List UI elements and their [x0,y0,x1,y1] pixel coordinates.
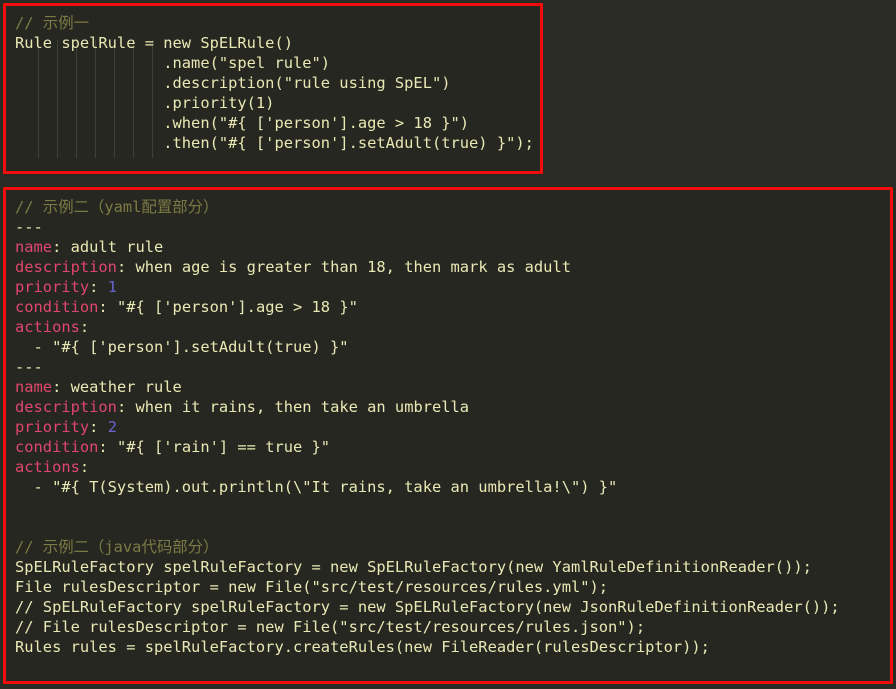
java-code-line-commented: // File rulesDescriptor = new File("src/… [15,618,646,636]
yaml-colon: : [116,258,127,276]
yaml-entry-condition: condition: "#{ ['person'].age > 18 }" [15,297,890,317]
code-lines-example-one[interactable]: // 示例一 Rule spelRule = new SpELRule() .na… [15,13,540,153]
yaml-colon: : [52,378,62,396]
yaml-key: name [15,378,53,396]
yaml-colon: : [79,318,90,336]
yaml-colon: : [52,238,62,256]
yaml-key: actions [15,458,80,476]
yaml-entry-description: description: when it rains, then take an… [15,397,890,417]
yaml-colon: : [98,298,108,316]
yaml-entry-name: name: adult rule [15,237,890,257]
code-line: .description("rule using SpEL") [15,74,451,92]
yaml-value: when it rains, then take an umbrella [126,398,470,416]
yaml-colon: : [116,398,127,416]
code-content-example-two: // 示例二（yaml配置部分） --- name: adult rule descr… [6,190,890,657]
code-lines-example-two[interactable]: // 示例二（yaml配置部分） --- name: adult rule descr… [15,197,890,657]
code-line: .priority(1) [15,94,275,112]
yaml-value-number: 1 [98,278,117,296]
code-line: .when("#{ ['person'].age > 18 }") [15,114,470,132]
yaml-key: description [15,258,117,276]
code-content-example-one: // 示例一 Rule spelRule = new SpELRule() .na… [6,6,540,153]
yaml-value: weather rule [61,378,182,396]
screenshot-page: // 示例一 Rule spelRule = new SpELRule() .na… [0,0,896,689]
java-code-line: File rulesDescriptor = new File("src/tes… [15,578,609,596]
yaml-list-item: - "#{ ['person'].setAdult(true) }" [15,338,349,356]
yaml-entry-actions: actions: [15,317,890,337]
yaml-entry-actions: actions: [15,457,890,477]
yaml-key: priority [15,278,90,296]
java-code-line: SpELRuleFactory spelRuleFactory = new Sp… [15,558,812,576]
yaml-value: adult rule [61,238,164,256]
yaml-key: actions [15,318,80,336]
java-section-comment: // 示例二（java代码部分） [15,538,219,556]
java-code-line-commented: // SpELRuleFactory spelRuleFactory = new… [15,598,840,616]
yaml-key: description [15,398,117,416]
yaml-value: when age is greater than 18, then mark a… [126,258,571,276]
code-block-example-one: // 示例一 Rule spelRule = new SpELRule() .na… [3,3,543,174]
yaml-entry-priority: priority: 2 [15,417,890,437]
java-code-line: Rules rules = spelRuleFactory.createRule… [15,638,710,656]
yaml-doc-separator: --- [15,218,43,236]
yaml-entry-priority: priority: 1 [15,277,890,297]
code-block-example-two: // 示例二（yaml配置部分） --- name: adult rule descr… [3,187,893,684]
yaml-value-number: 2 [98,418,117,436]
yaml-value: "#{ ['person'].age > 18 }" [107,298,358,316]
yaml-doc-separator: --- [15,358,43,376]
yaml-value: "#{ ['rain'] == true }" [107,438,331,456]
yaml-key: priority [15,418,90,436]
yaml-key: name [15,238,53,256]
code-line: .name("spel rule") [15,54,331,72]
code-line: Rule spelRule = new SpELRule() [15,34,293,52]
yaml-entry-name: name: weather rule [15,377,890,397]
yaml-section-comment: // 示例二（yaml配置部分） [15,198,219,216]
code-line: .then("#{ ['person'].setAdult(true) }"); [15,134,534,152]
code-line-comment: // 示例一 [15,14,89,32]
yaml-colon: : [79,458,90,476]
yaml-key: condition [15,438,99,456]
yaml-list-item: - "#{ T(System).out.println(\"It rains, … [15,478,618,496]
yaml-key: condition [15,298,99,316]
yaml-entry-condition: condition: "#{ ['rain'] == true }" [15,437,890,457]
yaml-entry-description: description: when age is greater than 18… [15,257,890,277]
yaml-colon: : [98,438,108,456]
